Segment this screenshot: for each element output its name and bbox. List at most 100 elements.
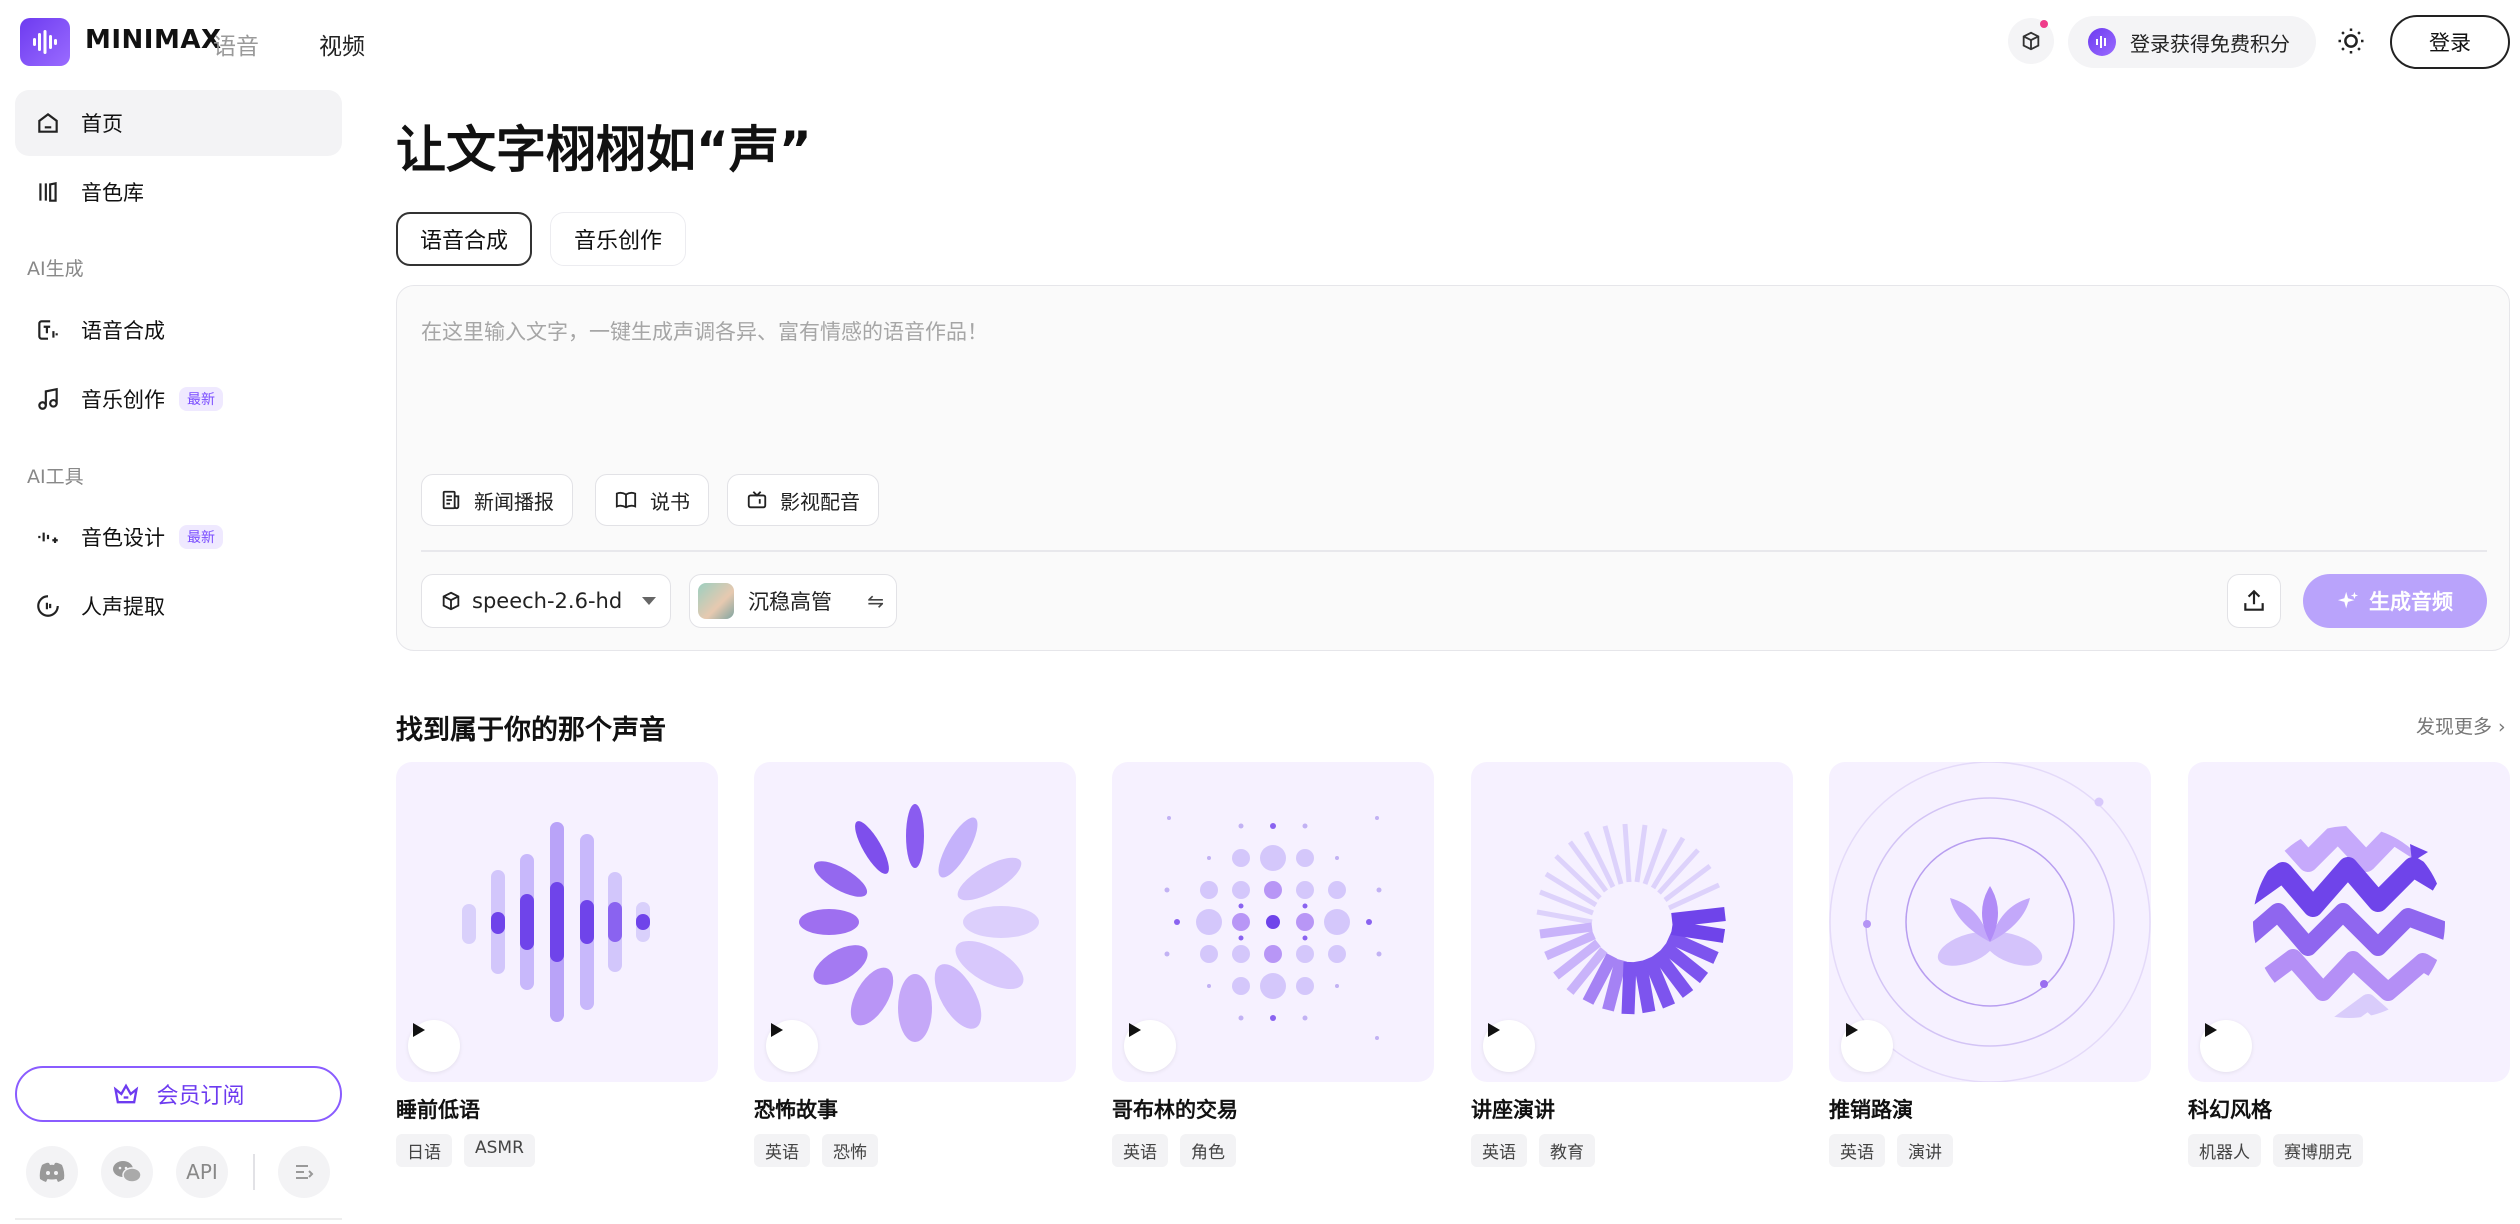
card-title: 睡前低语 bbox=[396, 1098, 480, 1122]
section-ai-tools: AI工具 bbox=[27, 466, 84, 488]
card-title: 推销路演 bbox=[1829, 1098, 1913, 1122]
template-chip-storytelling[interactable]: 说书 bbox=[595, 474, 709, 526]
play-button[interactable] bbox=[766, 1020, 818, 1072]
play-button[interactable] bbox=[408, 1020, 460, 1072]
play-button[interactable] bbox=[2200, 1020, 2252, 1072]
chip-label: 新闻播报 bbox=[474, 489, 554, 514]
card-tag: 教育 bbox=[1539, 1134, 1595, 1167]
play-button[interactable] bbox=[1483, 1020, 1535, 1072]
template-chip-dubbing[interactable]: 影视配音 bbox=[727, 474, 879, 526]
chip-label: 影视配音 bbox=[780, 489, 860, 514]
voice-select[interactable]: 沉稳高管 ⇋ bbox=[689, 574, 897, 628]
library-icon bbox=[33, 177, 63, 207]
card-tag: 演讲 bbox=[1897, 1134, 1953, 1167]
section-title: 找到属于你的那个声音 bbox=[396, 715, 666, 746]
theme-toggle-button[interactable] bbox=[2332, 22, 2370, 60]
sidebar-item-home[interactable]: 首页 bbox=[15, 90, 342, 156]
sidebar-item-tts[interactable]: 语音合成 bbox=[15, 297, 342, 363]
card-tag: 英语 bbox=[754, 1134, 810, 1167]
api-button[interactable]: API bbox=[176, 1146, 228, 1198]
swap-icon[interactable]: ⇋ bbox=[867, 589, 884, 613]
footer-divider bbox=[253, 1154, 255, 1190]
play-icon bbox=[1846, 1023, 1858, 1037]
voice-card-goblin-deal[interactable]: 哥布林的交易 英语 角色 bbox=[1112, 762, 1434, 1167]
voice-card-horror-story[interactable]: 恐怖故事 英语 恐怖 bbox=[754, 762, 1076, 1167]
points-label: 登录获得免费积分 bbox=[2130, 31, 2290, 56]
login-for-points-button[interactable]: 登录获得免费积分 bbox=[2068, 16, 2316, 68]
play-icon bbox=[1488, 1023, 1500, 1037]
card-artwork bbox=[1112, 762, 1434, 1082]
voice-card-sales-pitch[interactable]: 推销路演 英语 演讲 bbox=[1829, 762, 2151, 1167]
card-tag: 恐怖 bbox=[822, 1134, 878, 1167]
sidebar-item-label: 音色设计 bbox=[81, 526, 165, 550]
voice-avatar bbox=[698, 583, 734, 619]
logo-text: MINIMAX bbox=[85, 25, 222, 55]
crown-icon bbox=[112, 1080, 140, 1108]
vocal-extract-icon bbox=[33, 591, 63, 621]
sidebar-item-label: 人声提取 bbox=[81, 595, 165, 619]
play-icon bbox=[413, 1023, 425, 1037]
sidebar-item-label: 音色库 bbox=[81, 181, 144, 205]
template-chip-news[interactable]: 新闻播报 bbox=[421, 474, 573, 526]
minimax-logo-icon[interactable] bbox=[20, 18, 70, 66]
points-wave-icon bbox=[2088, 28, 2116, 56]
generate-label: 生成音频 bbox=[2369, 590, 2453, 614]
tab-tts[interactable]: 语音合成 bbox=[396, 212, 532, 266]
discover-more-link[interactable]: 发现更多 › bbox=[2416, 712, 2506, 739]
cube-notify-icon bbox=[2022, 31, 2040, 51]
nav-voice-tab[interactable]: 语音 bbox=[213, 27, 259, 61]
wechat-button[interactable] bbox=[101, 1146, 153, 1198]
play-icon bbox=[2205, 1023, 2217, 1037]
card-tag: 日语 bbox=[396, 1134, 452, 1167]
sidebar-item-vocal-extract[interactable]: 人声提取 bbox=[15, 573, 342, 639]
card-title: 恐怖故事 bbox=[754, 1098, 838, 1122]
card-title: 讲座演讲 bbox=[1471, 1098, 1555, 1122]
new-badge: 最新 bbox=[179, 525, 223, 549]
card-artwork bbox=[2188, 762, 2510, 1082]
changelog-icon bbox=[296, 1165, 314, 1179]
login-button[interactable]: 登录 bbox=[2390, 15, 2510, 69]
card-artwork bbox=[1471, 762, 1793, 1082]
page-title: 让文字栩栩如“声” bbox=[396, 121, 812, 179]
card-title: 科幻风格 bbox=[2188, 1098, 2272, 1122]
discord-button[interactable] bbox=[26, 1146, 78, 1198]
editor-divider bbox=[421, 550, 2487, 552]
sidebar-item-voice-design[interactable]: 音色设计 最新 bbox=[15, 504, 342, 570]
model-select[interactable]: speech-2.6-hd bbox=[421, 574, 671, 628]
card-artwork bbox=[754, 762, 1076, 1082]
sidebar: 首页 音色库 AI生成 语音合成 音乐创作 最新 AI工具 音色设计 最新 人声… bbox=[0, 82, 360, 1224]
voice-value: 沉稳高管 bbox=[748, 590, 832, 614]
nav-video-tab[interactable]: 视频 bbox=[319, 27, 365, 61]
cube-icon bbox=[440, 590, 462, 612]
wechat-icon bbox=[113, 1161, 142, 1183]
card-title: 哥布林的交易 bbox=[1112, 1098, 1238, 1122]
notification-dot bbox=[2040, 20, 2048, 28]
voice-card-lecture[interactable]: 讲座演讲 英语 教育 bbox=[1471, 762, 1793, 1167]
changelog-button[interactable] bbox=[278, 1146, 330, 1198]
play-button[interactable] bbox=[1124, 1020, 1176, 1072]
card-artwork bbox=[396, 762, 718, 1082]
sidebar-bottom-line bbox=[15, 1218, 342, 1220]
discord-icon bbox=[39, 1162, 65, 1182]
music-note-icon bbox=[33, 384, 63, 414]
vip-subscribe-button[interactable]: 会员订阅 bbox=[15, 1066, 342, 1122]
generate-audio-button[interactable]: 生成音频 bbox=[2303, 574, 2487, 628]
sidebar-item-music[interactable]: 音乐创作 最新 bbox=[15, 366, 342, 432]
sidebar-item-voice-library[interactable]: 音色库 bbox=[15, 159, 342, 225]
sidebar-item-label: 音乐创作 bbox=[81, 388, 165, 412]
tv-icon bbox=[746, 489, 768, 511]
play-button[interactable] bbox=[1841, 1020, 1893, 1072]
card-tag: 英语 bbox=[1112, 1134, 1168, 1167]
card-tag: 机器人 bbox=[2188, 1134, 2261, 1167]
play-icon bbox=[771, 1023, 783, 1037]
voice-card-scifi[interactable]: 科幻风格 机器人 赛博朋克 bbox=[2188, 762, 2510, 1167]
voice-card-bedtime-whisper[interactable]: 睡前低语 日语 ASMR bbox=[396, 762, 718, 1167]
voice-design-icon bbox=[33, 522, 63, 552]
text-input[interactable]: 在这里输入文字，一键生成声调各异、富有情感的语音作品！ bbox=[421, 316, 988, 346]
play-icon bbox=[1129, 1023, 1141, 1037]
upload-button[interactable] bbox=[2227, 574, 2281, 628]
card-tag: 赛博朋克 bbox=[2273, 1134, 2363, 1167]
upload-icon bbox=[2244, 589, 2264, 611]
card-tag: 角色 bbox=[1180, 1134, 1236, 1167]
tab-music[interactable]: 音乐创作 bbox=[550, 212, 686, 266]
